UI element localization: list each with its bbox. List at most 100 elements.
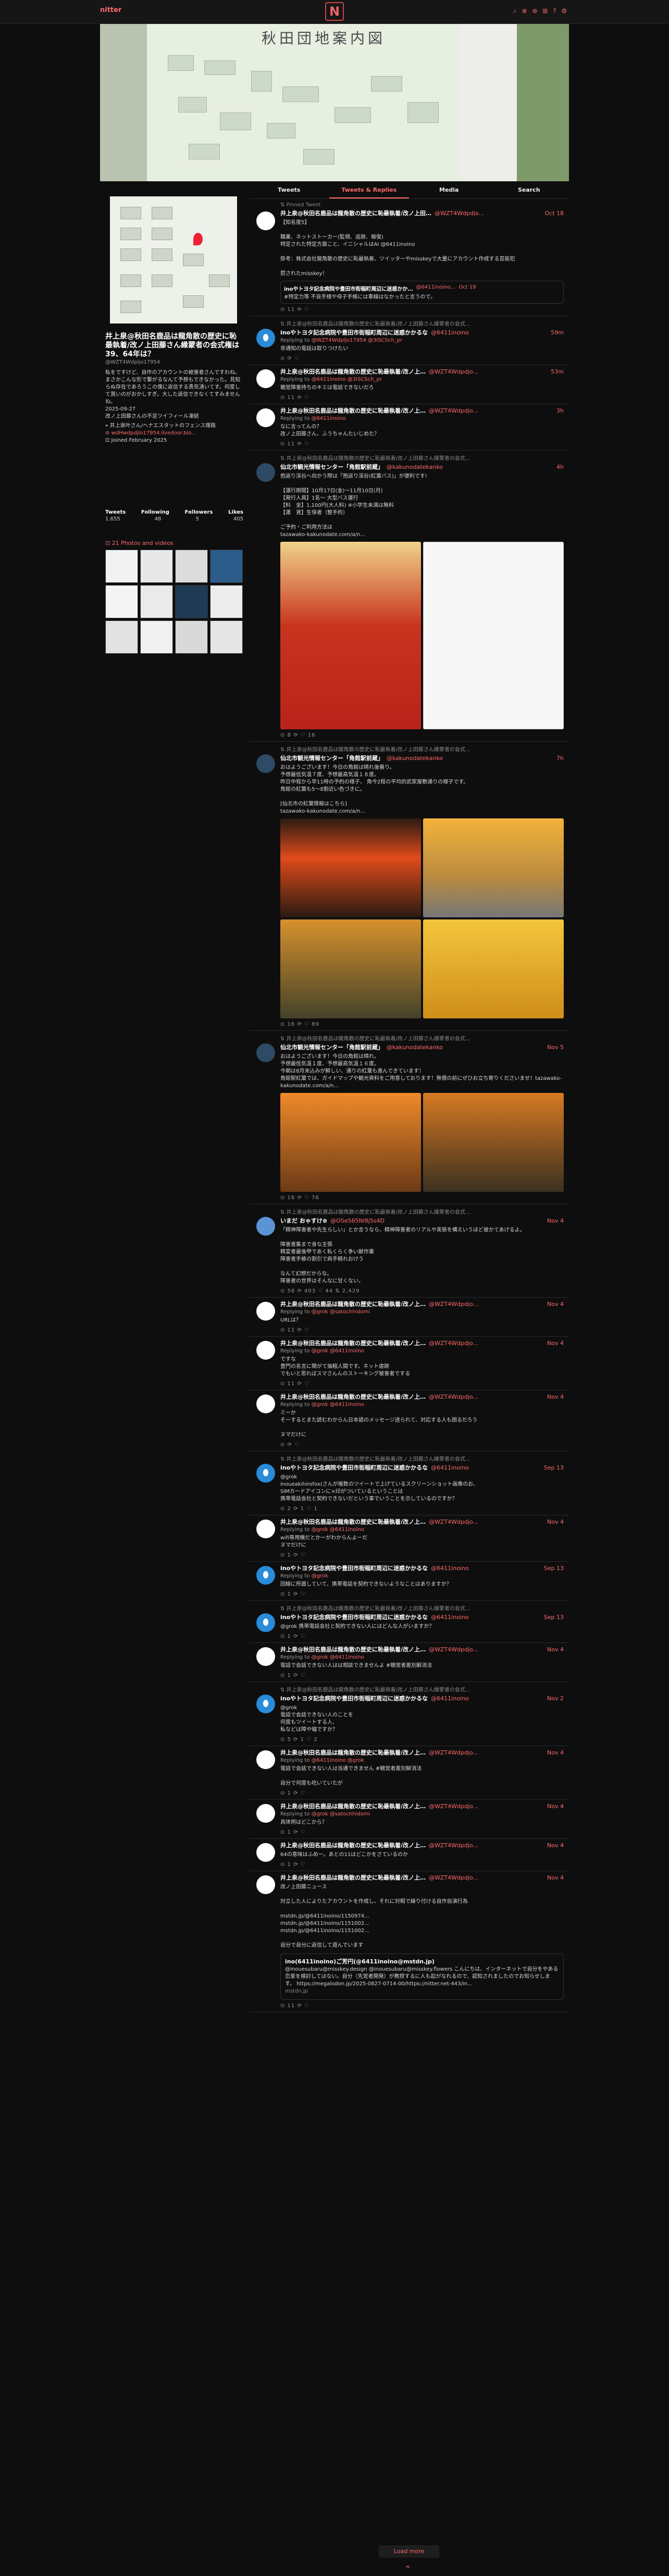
- tweet[interactable]: ⇅ Pinned Tweet 井上泉@秋田名鹿品は龍角散の歴史に恥最執着/改ノ上田…: [249, 199, 569, 316]
- tweet-reply-handles[interactable]: @6411inoino @3ISCSch_pr: [312, 377, 382, 382]
- tweet-author-handle[interactable]: @6411inoino: [431, 1464, 541, 1472]
- photo-thumb[interactable]: [175, 550, 208, 583]
- tab-tweets-replies[interactable]: Tweets & Replies: [329, 181, 409, 198]
- tweet[interactable]: ⇅ 井上泉@秋田名鹿品は龍角散の歴史に恥最執着/改ノ上田藤さん縁蒙者の会式… 仙北…: [249, 1031, 569, 1204]
- tweet-author-handle[interactable]: @WZT4Wdpdjo...: [429, 1803, 544, 1810]
- tweet-avatar[interactable]: [256, 1302, 275, 1321]
- tweet-author-name[interactable]: 仙北市観光情報センター「角館駅前蔵」: [280, 1044, 383, 1051]
- tweet-reply-handles[interactable]: @grok @satochhidomi: [312, 1309, 370, 1315]
- navbar-icons[interactable]: ⌕ ⊗ ⊛ ⊞ ? ⚙: [513, 7, 568, 15]
- tweet-reply-handles[interactable]: @grok: [312, 1573, 328, 1579]
- tweet[interactable]: inoやトヨタ記念病院や豊田市街稲町周辺に迷惑かかるな @6411inoino Se…: [249, 1562, 569, 1601]
- tweet-author-name[interactable]: inoやトヨタ記念病院や豊田市街稲町周辺に迷惑かかるな: [280, 1464, 428, 1472]
- tweet-reply-handles[interactable]: @grok @6411inoino: [312, 1402, 364, 1408]
- tweet-time[interactable]: Nov 4: [547, 1393, 564, 1401]
- nitter-logo-icon[interactable]: N: [325, 2, 344, 21]
- photo-thumb[interactable]: [140, 620, 173, 654]
- photo-thumb[interactable]: [210, 620, 243, 654]
- tweet-author-name[interactable]: 井上泉@秋田名鹿品は龍角散の歴史に恥最執着/改ノ上…: [280, 1874, 426, 1882]
- tweet-time[interactable]: Nov 4: [547, 1519, 564, 1526]
- tweet-author-name[interactable]: いまだ おゃすけ⊕: [280, 1217, 327, 1225]
- tweet-media-image[interactable]: [423, 818, 564, 917]
- tweet-actions[interactable]: ⊙ 11 ⟳ ♡: [280, 2003, 564, 2009]
- tweet-avatar[interactable]: [256, 1395, 275, 1413]
- tweet-author-handle[interactable]: @WZT4Wdpdjo...: [429, 1874, 544, 1882]
- tweet-author-handle[interactable]: @WZT4Wdpdjo...: [429, 1749, 544, 1757]
- tweet-author-handle[interactable]: @WZT4Wdpdjo...: [429, 1842, 544, 1849]
- tweet-media-image[interactable]: [280, 542, 421, 729]
- tweet-author-name[interactable]: inoやトヨタ記念病院や豊田市街稲町周辺に迷惑かかるな: [280, 1565, 428, 1572]
- tweet-author-handle[interactable]: @6411inoino: [431, 1695, 544, 1702]
- tweet-time[interactable]: Oct 18: [544, 210, 564, 217]
- tweet-author-name[interactable]: inoやトヨタ記念病院や豊田市街稲町周辺に迷惑かかるな: [280, 329, 428, 337]
- tweet-author-name[interactable]: 井上泉@秋田名鹿品は龍角散の歴史に恥最執着/改ノ上…: [280, 407, 426, 415]
- tweet-author-name[interactable]: inoやトヨタ記念病院や豊田市街稲町周辺に迷惑かかるな: [280, 1614, 428, 1621]
- tweet[interactable]: 井上泉@秋田名鹿品は龍角散の歴史に恥最執着/改ノ上… @WZT4Wdpdjo...…: [249, 1800, 569, 1839]
- tweet-avatar[interactable]: [256, 1875, 275, 1894]
- link-card[interactable]: ino(6411inoino)ご芳円(@6411inoino@mstdn.jp)…: [280, 1953, 564, 2000]
- tweet-author-name[interactable]: 井上泉@秋田名鹿品は龍角散の歴史に恥最執着/改ノ上…: [280, 1803, 426, 1810]
- tweet-actions[interactable]: ⊙ 8 ⟳ ♡ 16: [280, 732, 564, 738]
- tweet-avatar[interactable]: [256, 1843, 275, 1862]
- tweet-author-name[interactable]: 井上泉@秋田名鹿品は龍角散の歴史に恥最執着/改ノ上…: [280, 1646, 426, 1653]
- tweet[interactable]: 井上泉@秋田名鹿品は龍角散の歴史に恥最執着/改ノ上… @WZT4Wdpdjo...…: [249, 1871, 569, 2012]
- tweet-actions[interactable]: ⊙ 1 ⟳ ♡: [280, 1830, 564, 1835]
- tweet-actions[interactable]: ⊙ 11 ⟳ ♡: [280, 1381, 564, 1387]
- stat-label-followers[interactable]: Followers: [184, 509, 213, 515]
- tweet-time[interactable]: 59m: [551, 329, 564, 337]
- tweet-actions[interactable]: ⊙ 11 ⟳ ♡: [280, 395, 564, 401]
- tweet-time[interactable]: Nov 4: [547, 1217, 564, 1225]
- tweet-time[interactable]: 53m: [551, 368, 564, 376]
- tab-search[interactable]: Search: [489, 181, 569, 198]
- tweet-author-handle[interactable]: @6411inoino: [431, 329, 548, 337]
- tweet-actions[interactable]: ⊙ 11 ⟳ ♡: [280, 307, 564, 313]
- tweet-media-image[interactable]: [423, 542, 564, 729]
- tweet[interactable]: 井上泉@秋田名鹿品は龍角散の歴史に恥最執着/改ノ上… @WZT4Wdpdjo...…: [249, 404, 569, 451]
- tweet-author-name[interactable]: 井上泉@秋田名鹿品は龍角散の歴史に恥最執着/改ノ上…: [280, 368, 426, 376]
- tweet-time[interactable]: 4h: [556, 464, 564, 471]
- tweet[interactable]: 井上泉@秋田名鹿品は龍角散の歴史に恥最執着/改ノ上… @WZT4Wdpdjo...…: [249, 365, 569, 404]
- tweet-author-handle[interactable]: @WZT4Wdpdjo...: [429, 1301, 544, 1308]
- stat-label-following[interactable]: Following: [141, 509, 169, 515]
- photo-thumb[interactable]: [140, 550, 173, 583]
- tweet-time[interactable]: Nov 4: [547, 1842, 564, 1849]
- tweet-time[interactable]: Nov 2: [547, 1695, 564, 1702]
- tweet-reply-handles[interactable]: @grok @6411inoino: [312, 1348, 364, 1354]
- tweet-avatar[interactable]: [256, 1804, 275, 1823]
- tweet-media-image[interactable]: [280, 1093, 421, 1192]
- tweet-author-handle[interactable]: @6411inoino: [431, 1614, 541, 1621]
- back-to-top-icon[interactable]: ⌃: [404, 2564, 411, 2574]
- tweet[interactable]: 井上泉@秋田名鹿品は龍角散の歴史に恥最執着/改ノ上… @WZT4Wdpdjo...…: [249, 1643, 569, 1682]
- tweet-author-handle[interactable]: @WZT4Wdpdjo...: [429, 368, 548, 376]
- tweet-time[interactable]: 3h: [556, 407, 564, 415]
- tweet-author-handle[interactable]: @WZT4Wdpdjo...: [429, 407, 553, 415]
- tweet-media-image[interactable]: [423, 919, 564, 1018]
- tweet-author-handle[interactable]: @OSeS65Nl8j5s4D: [330, 1217, 544, 1225]
- tab-media[interactable]: Media: [409, 181, 489, 198]
- tweet-media-image[interactable]: [280, 919, 421, 1018]
- profile-website-link[interactable]: ⊘ wdHwdpdjlo17954.livedoor.blo...: [105, 430, 196, 436]
- tweet-author-name[interactable]: 仙北市観光情報センター「角館駅前蔵」: [280, 755, 383, 762]
- tweet-actions[interactable]: ⊙ 1 ⟳ ♡: [280, 1591, 564, 1597]
- tweet-author-name[interactable]: 井上泉@秋田名鹿品は龍角散の歴史に恥最執着/改ノ上…: [280, 1393, 426, 1401]
- tweet-reply-handles[interactable]: @WZT4Wdpljo17954 @3ISCSch_pr: [312, 338, 403, 343]
- tweet-time[interactable]: Nov 4: [547, 1340, 564, 1347]
- tweet-avatar[interactable]: [256, 1464, 275, 1483]
- tweet-actions[interactable]: ⊙ 1 ⟳ ♡: [280, 1634, 564, 1639]
- tweet-avatar[interactable]: [256, 408, 275, 427]
- tweet-actions[interactable]: ⊙ 2 ⟳ 1 ♡ 1: [280, 1506, 564, 1512]
- tweet-avatar[interactable]: [256, 329, 275, 347]
- tweet-avatar[interactable]: [256, 1613, 275, 1632]
- tweet-actions[interactable]: ⊙ 16 ⟳ ♡ 76: [280, 1195, 564, 1201]
- tweet-actions[interactable]: ⊙ 1 ⟳ ♡: [280, 1862, 564, 1868]
- tweet-author-name[interactable]: 井上泉@秋田名鹿品は龍角散の歴史に恥最執着/改ノ上…: [280, 1842, 426, 1849]
- photo-thumb[interactable]: [210, 585, 243, 618]
- tweet-author-handle[interactable]: @kakunodatekanko: [387, 464, 553, 471]
- tweet[interactable]: 井上泉@秋田名鹿品は龍角散の歴史に恥最執着/改ノ上… @WZT4Wdpdjo...…: [249, 1390, 569, 1451]
- tweet-avatar[interactable]: [256, 754, 275, 773]
- tweet-author-handle[interactable]: @kakunodatekanko: [387, 755, 553, 762]
- tweet-reply-handles[interactable]: @6411inoino @grok: [312, 1758, 364, 1763]
- tweet-author-name[interactable]: 井上泉@秋田名鹿品は龍角散の歴史に恥最執着/改ノ上…: [280, 1340, 426, 1347]
- tweet-time[interactable]: Sep 13: [544, 1614, 564, 1621]
- tweet-avatar[interactable]: [256, 1341, 275, 1360]
